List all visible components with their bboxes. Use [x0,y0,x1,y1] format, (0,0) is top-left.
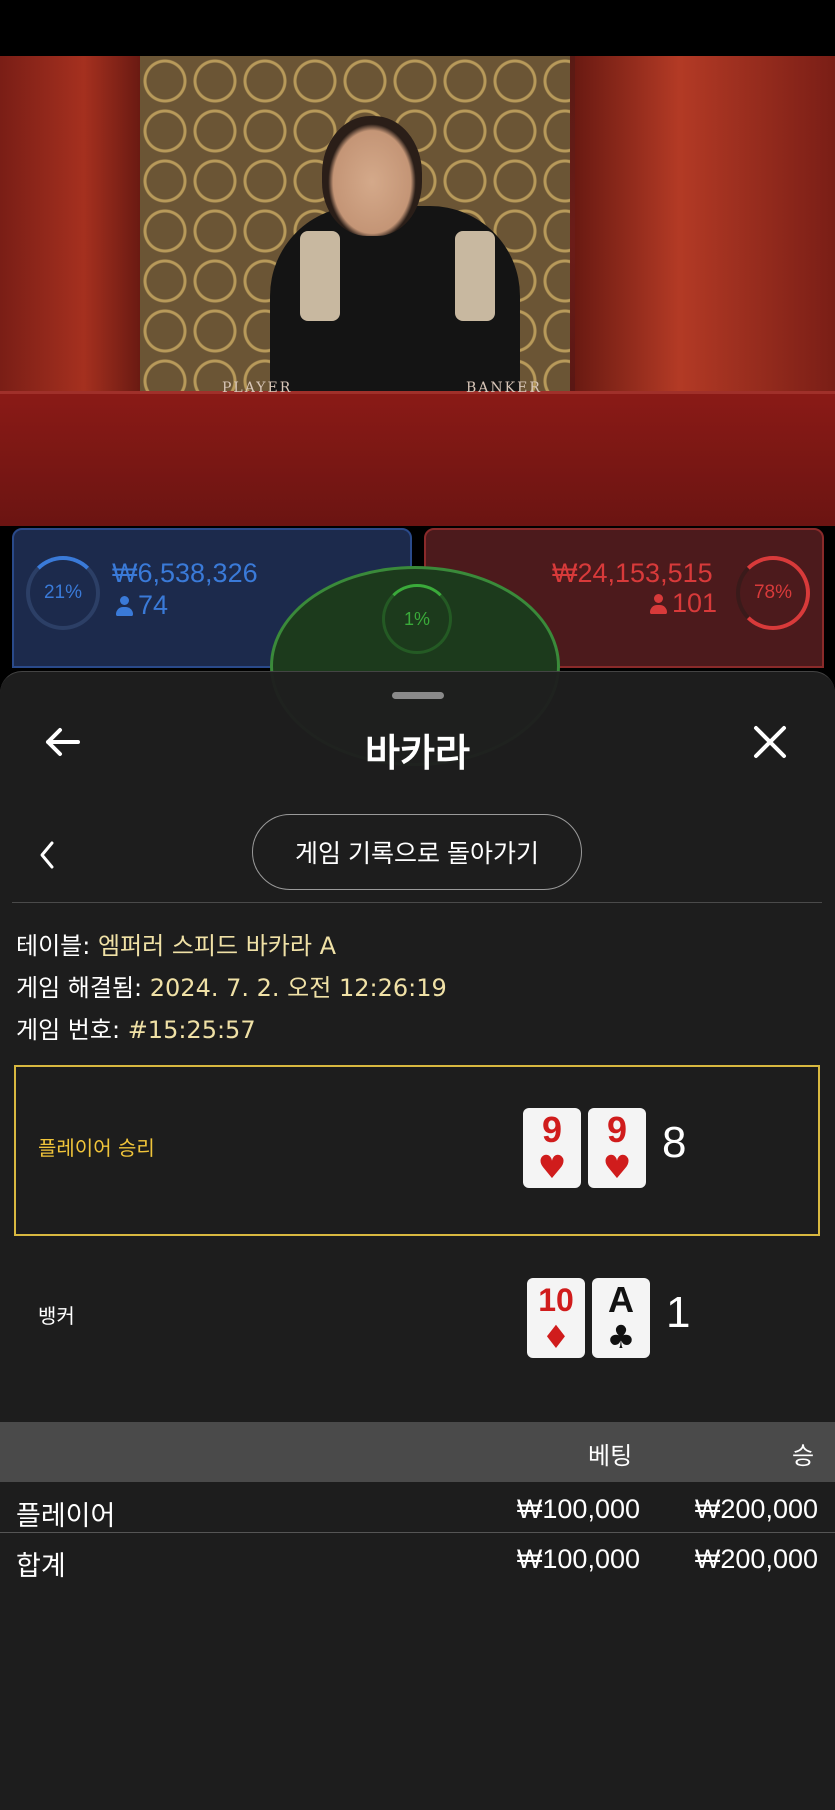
total-row-label: 합계 [16,1551,66,1582]
game-history-sheet: 바카라 게임 기록으로 돌아가기 테이블: 엠퍼러 스피드 바카라 A 게임 해… [0,671,835,1810]
felt-banker-label: BANKER [466,380,542,396]
banker-label: 뱅커 [38,1304,75,1328]
player-bet-amount: ₩6,538,326 [112,558,258,588]
dealer-vest-right [455,231,495,321]
table-felt [0,391,835,526]
table-name: 엠퍼러 스피드 바카라 A [97,932,336,960]
felt-player-label: PLAYER [222,380,293,396]
back-to-game-history-button[interactable]: 게임 기록으로 돌아가기 [252,814,582,890]
resolved-time: 2024. 7. 2. 오전 12:26:19 [149,974,447,1002]
curtain-left [0,56,140,396]
person-icon [650,594,667,614]
bet-row-label: 플레이어 [16,1501,116,1532]
tie-percent: 1% [403,608,430,629]
player-percent: 21% [43,582,83,603]
player-percent-ring: 21% [26,556,100,630]
banker-card-2: A ♣ [592,1278,650,1358]
person-icon [116,596,133,616]
banker-card-1: 10 ♦ [527,1278,585,1358]
banker-bet-amount: ₩24,153,515 [552,558,713,588]
game-number-info: 게임 번호: #15:25:57 [16,1016,256,1044]
banker-percent: 78% [753,582,793,603]
table-info: 테이블: 엠퍼러 스피드 바카라 A [16,932,336,960]
close-icon[interactable] [750,722,790,762]
player-card-1: 9 ♥ [523,1108,581,1188]
win-column-header: 승 [792,1442,815,1470]
curtain-right [575,56,835,396]
player-score: 8 [662,1118,687,1167]
total-row-bet: ₩100,000 [516,1544,640,1574]
bets-table-header [0,1422,835,1482]
chevron-left-icon[interactable] [34,837,58,873]
total-row-win: ₩200,000 [694,1544,818,1574]
player-win-label: 플레이어 승리 [38,1136,155,1160]
bet-row-win: ₩200,000 [694,1494,818,1524]
sheet-title: 바카라 [365,731,470,775]
resolved-info: 게임 해결됨: 2024. 7. 2. 오전 12:26:19 [16,974,447,1002]
player-card-2: 9 ♥ [588,1108,646,1188]
banker-bettor-count: 101 [650,588,717,619]
dealer-head [322,116,422,236]
banker-percent-ring: 78% [736,556,810,630]
status-bar [0,0,835,56]
divider [12,902,822,903]
bet-column-header: 베팅 [588,1442,633,1470]
row-divider [0,1532,835,1533]
player-bettor-count: 74 [116,590,168,621]
game-number: #15:25:57 [127,1016,256,1044]
live-video-feed [0,56,835,526]
sheet-grabber-handle[interactable] [392,692,444,699]
tie-percent-ring: 1% [382,584,452,654]
dealer-vest-left [300,231,340,321]
bet-row-bet: ₩100,000 [516,1494,640,1524]
banker-score: 1 [666,1288,691,1337]
